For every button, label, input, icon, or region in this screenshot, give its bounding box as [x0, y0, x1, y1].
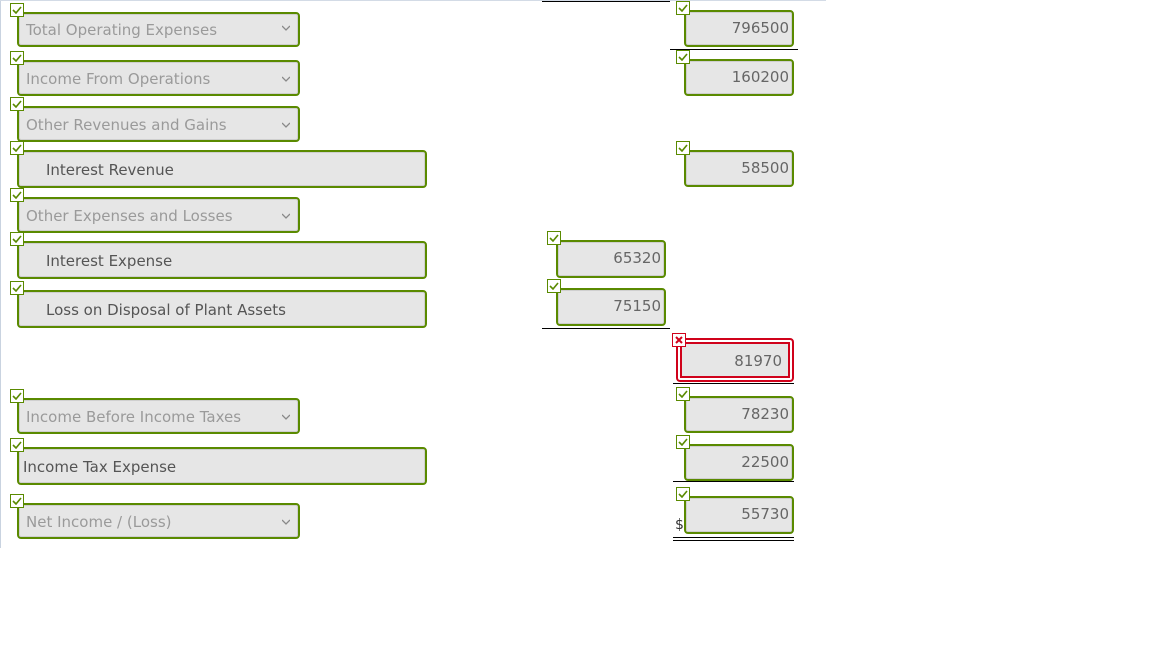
incorrect-x-icon — [672, 333, 686, 347]
account-text-input[interactable]: Income Tax Expense — [17, 447, 427, 485]
correct-check-icon — [10, 232, 24, 246]
correct-check-icon — [10, 438, 24, 452]
currency-symbol: $ — [675, 517, 684, 533]
select-value: Other Revenues and Gains — [26, 116, 227, 134]
amount-input[interactable]: 75150 — [556, 288, 666, 326]
select-value: Other Expenses and Losses — [26, 207, 233, 225]
column-rule — [673, 481, 794, 482]
select-value: Income Before Income Taxes — [26, 408, 242, 426]
correct-check-icon — [547, 279, 561, 293]
account-select[interactable]: Income From Operations — [17, 60, 300, 96]
correct-check-icon — [10, 389, 24, 403]
correct-check-icon — [10, 51, 24, 65]
amount-input[interactable]: 160200 — [684, 59, 794, 96]
column-rule — [542, 328, 670, 329]
amount-input[interactable]: 78230 — [684, 396, 794, 433]
account-select[interactable]: Net Income / (Loss) — [17, 503, 300, 539]
correct-check-icon — [676, 1, 690, 15]
account-text-input[interactable]: Interest Expense — [17, 241, 427, 279]
correct-check-icon — [676, 435, 690, 449]
amount-input[interactable]: 22500 — [684, 444, 794, 481]
correct-check-icon — [10, 494, 24, 508]
amount-input[interactable]: 796500 — [684, 10, 794, 47]
account-text-input[interactable]: Interest Revenue — [17, 150, 427, 188]
correct-check-icon — [10, 188, 24, 202]
correct-check-icon — [10, 281, 24, 295]
account-select[interactable]: Total Operating Expenses — [17, 12, 300, 47]
frame-left-border — [0, 0, 1, 548]
amount-input[interactable]: 55730 — [684, 496, 794, 534]
account-select[interactable]: Income Before Income Taxes — [17, 398, 300, 434]
column-rule — [673, 383, 794, 384]
account-select[interactable]: Other Revenues and Gains — [17, 106, 300, 142]
chevron-down-icon — [282, 414, 290, 420]
correct-check-icon — [547, 231, 561, 245]
chevron-down-icon — [282, 519, 290, 525]
chevron-down-icon — [282, 76, 290, 82]
correct-check-icon — [676, 141, 690, 155]
account-select[interactable]: Other Expenses and Losses — [17, 197, 300, 233]
chevron-down-icon — [282, 25, 290, 31]
frame-top-border — [0, 0, 826, 1]
chevron-down-icon — [282, 213, 290, 219]
correct-check-icon — [676, 387, 690, 401]
double-rule-bottom — [673, 540, 794, 541]
correct-check-icon — [10, 3, 24, 17]
correct-check-icon — [676, 50, 690, 64]
select-value: Income From Operations — [26, 70, 211, 88]
double-rule-top — [673, 537, 794, 538]
select-value: Total Operating Expenses — [26, 21, 218, 39]
correct-check-icon — [10, 97, 24, 111]
amount-input[interactable]: 65320 — [556, 240, 666, 278]
select-value: Net Income / (Loss) — [26, 513, 172, 531]
chevron-down-icon — [282, 122, 290, 128]
account-text-input[interactable]: Loss on Disposal of Plant Assets — [17, 290, 427, 328]
correct-check-icon — [676, 487, 690, 501]
column-rule — [542, 1, 670, 2]
amount-input[interactable]: 58500 — [684, 150, 794, 187]
amount-input[interactable]: 81970 — [676, 338, 794, 382]
correct-check-icon — [10, 141, 24, 155]
